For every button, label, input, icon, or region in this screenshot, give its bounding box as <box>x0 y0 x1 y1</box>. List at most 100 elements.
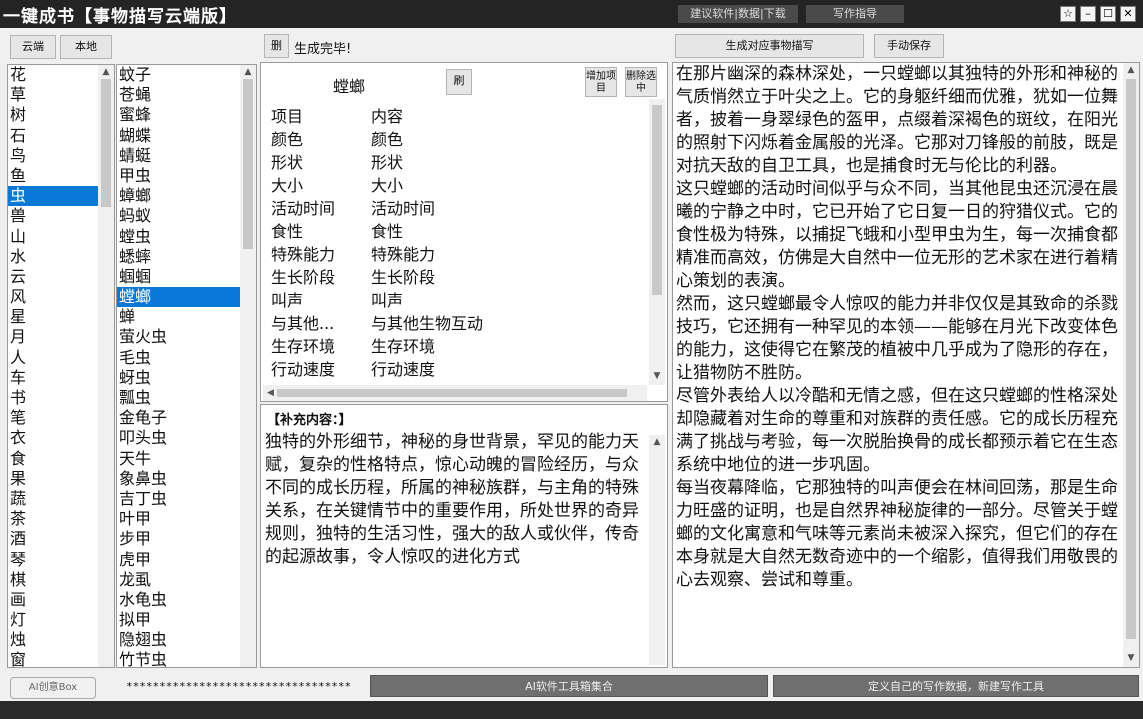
scroll-down-icon[interactable]: ▼ <box>1123 651 1139 665</box>
delete-mini-button[interactable]: 删 <box>264 34 289 58</box>
item-entry[interactable]: 蜜蜂 <box>117 105 242 125</box>
category-item[interactable]: 人 <box>8 348 100 368</box>
item-entry[interactable]: 蚂蚁 <box>117 206 242 226</box>
generate-description-button[interactable]: 生成对应事物描写 <box>675 34 864 58</box>
scroll-left-icon[interactable]: ◀ <box>267 388 275 398</box>
category-item[interactable]: 树 <box>8 105 100 125</box>
item-entry[interactable]: 螳螂 <box>117 287 242 308</box>
attribute-value[interactable]: 行动速度 <box>371 356 435 380</box>
scroll-thumb[interactable] <box>243 79 253 249</box>
item-entry[interactable]: 蚜虫 <box>117 368 242 388</box>
attribute-value[interactable]: 叫声 <box>371 287 403 311</box>
close-button[interactable]: ✕ <box>1120 6 1136 22</box>
item-entry[interactable]: 毛虫 <box>117 348 242 368</box>
output-panel[interactable]: 在那片幽深的森林深处，一只螳螂以其独特的外形和神秘的气质悄然立于叶尖之上。它的身… <box>672 62 1140 668</box>
attribute-value[interactable]: 生长阶段 <box>371 264 435 288</box>
supplement-text[interactable]: 独特的外形细节，神秘的身世背景，罕见的能力天赋，复杂的性格特点，惊心动魄的冒险经… <box>265 431 647 569</box>
category-item[interactable]: 衣 <box>8 428 100 448</box>
item-entry[interactable]: 叶甲 <box>117 509 242 529</box>
category-item[interactable]: 车 <box>8 368 100 388</box>
item-entry[interactable]: 竹节虫 <box>117 650 242 667</box>
attribute-value[interactable]: 活动时间 <box>371 195 435 219</box>
item-entry[interactable]: 甲虫 <box>117 166 242 186</box>
category-item[interactable]: 酒 <box>8 529 100 549</box>
attribute-value[interactable]: 与其他生物互动 <box>371 310 483 334</box>
item-entry[interactable]: 蚊子 <box>117 65 242 85</box>
refresh-button[interactable]: 刷 <box>446 69 472 95</box>
manual-save-button[interactable]: 手动保存 <box>874 34 944 58</box>
scroll-up-icon[interactable]: ▲ <box>240 65 256 79</box>
category-item[interactable]: 书 <box>8 388 100 408</box>
category-item[interactable]: 蔬 <box>8 489 100 509</box>
category-item[interactable]: 月 <box>8 327 100 347</box>
item-entry[interactable]: 吉丁虫 <box>117 489 242 509</box>
category-item[interactable]: 灯 <box>8 610 100 630</box>
item-entry[interactable]: 蟋蟀 <box>117 247 242 267</box>
category-item[interactable]: 鸟 <box>8 146 100 166</box>
category-item[interactable]: 虫 <box>8 186 100 207</box>
item-entry[interactable]: 拟甲 <box>117 610 242 630</box>
item-entry[interactable]: 龙虱 <box>117 570 242 590</box>
attribute-value[interactable]: 形状 <box>371 149 403 173</box>
category-item[interactable]: 山 <box>8 227 100 247</box>
item-entry[interactable]: 萤火虫 <box>117 327 242 347</box>
item-entry[interactable]: 螳虫 <box>117 227 242 247</box>
category-item[interactable]: 窗 <box>8 650 100 667</box>
attribute-value[interactable]: 内容 <box>371 103 403 127</box>
item-scrollbar[interactable]: ▲ <box>240 65 256 667</box>
scroll-up-icon[interactable]: ▲ <box>98 65 114 79</box>
item-list[interactable]: 蚊子 苍蝇 蜜蜂 蝴蝶 蜻蜓 甲虫 蟑螂 蚂蚁 螳虫 蟋蟀 蝈蝈 螳螂蝉萤火虫 毛虫 蚜虫 瓢虫 金龟子 叩头虫… <box>116 64 257 668</box>
scroll-thumb[interactable] <box>1126 79 1136 639</box>
category-item[interactable]: 星 <box>8 307 100 327</box>
supplement-panel[interactable]: 【补充内容：】 独特的外形细节，神秘的身世背景，罕见的能力天赋，复杂的性格特点，… <box>260 404 668 668</box>
item-entry[interactable]: 虎甲 <box>117 550 242 570</box>
category-item[interactable]: 花 <box>8 65 100 85</box>
category-list[interactable]: 花草树石鸟鱼虫兽山水云风星月人车书笔衣食果蔬茶酒琴棋画灯烛窗 ▲ <box>7 64 115 668</box>
attribute-value[interactable]: 特殊能力 <box>371 241 435 265</box>
tab-cloud[interactable]: 云端 <box>10 35 56 59</box>
supplement-scrollbar[interactable]: ▲ <box>649 435 665 665</box>
item-entry[interactable]: 叩头虫 <box>117 428 242 448</box>
item-entry[interactable]: 隐翅虫 <box>117 630 242 650</box>
scroll-down-icon[interactable]: ▼ <box>649 369 665 383</box>
item-entry[interactable]: 蝉 <box>117 307 242 327</box>
category-item[interactable]: 鱼 <box>8 166 100 186</box>
category-item[interactable]: 画 <box>8 590 100 610</box>
tab-local[interactable]: 本地 <box>60 35 112 59</box>
category-item[interactable]: 棋 <box>8 570 100 590</box>
category-item[interactable]: 兽 <box>8 206 100 226</box>
attribute-hscrollbar[interactable]: ◀ <box>263 385 647 401</box>
category-item[interactable]: 笔 <box>8 408 100 428</box>
category-item[interactable]: 水 <box>8 247 100 267</box>
scroll-up-icon[interactable]: ▲ <box>1123 63 1139 77</box>
item-entry[interactable]: 蟑螂 <box>117 186 242 206</box>
item-entry[interactable]: 天牛 <box>117 449 242 469</box>
attribute-value[interactable]: 颜色 <box>371 126 403 150</box>
output-scrollbar[interactable]: ▲ ▼ <box>1123 63 1139 667</box>
item-entry[interactable]: 象鼻虫 <box>117 469 242 489</box>
item-entry[interactable]: 瓢虫 <box>117 388 242 408</box>
category-item[interactable]: 茶 <box>8 509 100 529</box>
item-entry[interactable]: 蝈蝈 <box>117 267 242 287</box>
add-item-button[interactable]: 增加项目 <box>585 67 617 97</box>
category-item[interactable]: 食 <box>8 449 100 469</box>
item-entry[interactable]: 苍蝇 <box>117 85 242 105</box>
delete-selected-button[interactable]: 删除选中 <box>625 67 657 97</box>
item-entry[interactable]: 蜻蜓 <box>117 146 242 166</box>
scroll-up-icon[interactable]: ▲ <box>649 435 665 449</box>
writing-guide-link[interactable]: 写作指导 <box>806 5 904 23</box>
category-scrollbar[interactable]: ▲ <box>98 65 114 667</box>
item-entry[interactable]: 蝴蝶 <box>117 126 242 146</box>
attribute-value[interactable]: 食性 <box>371 218 403 242</box>
minimize-button[interactable]: – <box>1080 6 1096 22</box>
custom-tool-button[interactable]: 定义自己的写作数据，新建写作工具 <box>773 675 1139 697</box>
category-item[interactable]: 云 <box>8 267 100 287</box>
category-item[interactable]: 果 <box>8 469 100 489</box>
scroll-thumb[interactable] <box>101 79 111 207</box>
category-item[interactable]: 草 <box>8 85 100 105</box>
scroll-thumb[interactable] <box>277 389 627 397</box>
download-link[interactable]: 建议软件|数据|下载 <box>678 5 798 23</box>
category-item[interactable]: 琴 <box>8 550 100 570</box>
attribute-value[interactable]: 生存环境 <box>371 333 435 357</box>
category-item[interactable]: 烛 <box>8 630 100 650</box>
